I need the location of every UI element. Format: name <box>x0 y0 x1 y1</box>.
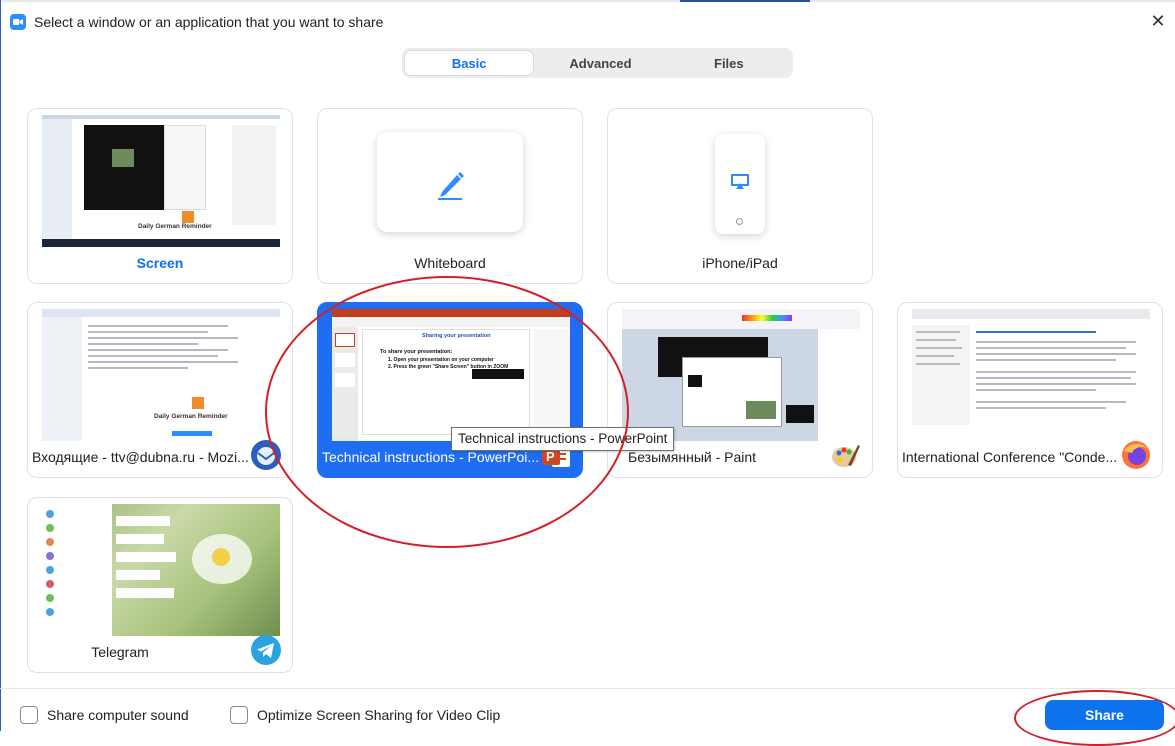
zoom-app-icon <box>10 14 26 30</box>
screen-caption: Daily German Reminder <box>138 223 212 230</box>
source-label-powerpoint: Technical instructions - PowerPoi... <box>322 449 540 465</box>
source-card-paint[interactable]: Безымянный - Paint <box>607 302 873 478</box>
tab-basic[interactable]: Basic <box>404 50 535 76</box>
source-label-whiteboard: Whiteboard <box>414 255 486 271</box>
telegram-thumbnail <box>42 504 280 636</box>
thunderbird-thumbnail: Daily German Reminder <box>42 309 280 441</box>
source-card-firefox[interactable]: International Conference "Conde... <box>897 302 1163 478</box>
tab-advanced[interactable]: Advanced <box>536 48 664 78</box>
source-card-telegram[interactable]: Telegram <box>27 497 293 673</box>
paint-thumbnail <box>622 309 860 441</box>
ppt-step-1: 1. Open your presentation on your comput… <box>388 357 494 363</box>
paint-icon <box>832 445 860 467</box>
home-button-icon <box>736 218 743 225</box>
window-top-border <box>0 0 1175 2</box>
share-tabs: Basic Advanced Files <box>402 48 793 78</box>
share-sound-label: Share computer sound <box>47 707 189 723</box>
thunderbird-caption: Daily German Reminder <box>154 413 228 420</box>
title-bar: Select a window or an application that y… <box>10 10 383 34</box>
firefox-thumbnail <box>912 309 1150 441</box>
window-title: Select a window or an application that y… <box>34 14 384 30</box>
source-card-thunderbird[interactable]: Daily German Reminder Входящие - ttv@dub… <box>27 302 293 478</box>
optimize-video-option[interactable]: Optimize Screen Sharing for Video Clip <box>230 706 500 724</box>
screen-thumbnail: Daily German Reminder <box>42 115 280 247</box>
whiteboard-preview <box>377 132 523 232</box>
source-label-iphone: iPhone/iPad <box>702 255 778 271</box>
source-card-powerpoint[interactable]: Sharing your presentation To share your … <box>317 302 583 478</box>
source-label-thunderbird: Входящие - ttv@dubna.ru - Mozi... <box>32 449 249 465</box>
bottom-divider <box>0 688 1175 689</box>
iphone-preview <box>715 134 765 234</box>
share-sound-option[interactable]: Share computer sound <box>20 706 189 724</box>
optimize-video-label: Optimize Screen Sharing for Video Clip <box>257 707 501 723</box>
tooltip: Technical instructions - PowerPoint <box>451 427 675 451</box>
window-left-border <box>0 0 1 731</box>
window-top-accent <box>680 0 810 2</box>
firefox-icon <box>1122 441 1150 469</box>
share-sound-checkbox[interactable] <box>20 706 38 724</box>
source-label-paint: Безымянный - Paint <box>628 449 757 465</box>
telegram-icon <box>251 635 281 665</box>
source-card-iphone[interactable]: iPhone/iPad <box>607 108 873 284</box>
svg-text:P: P <box>546 449 555 464</box>
close-icon[interactable]: ✕ <box>1149 12 1167 30</box>
source-label-screen: Screen <box>136 255 184 271</box>
source-card-whiteboard[interactable]: Whiteboard <box>317 108 583 284</box>
thunderbird-icon <box>251 440 281 470</box>
source-label-telegram: Telegram <box>91 644 149 660</box>
source-card-screen[interactable]: Daily German Reminder Screen <box>27 108 293 284</box>
source-label-firefox: International Conference "Conde... <box>902 449 1118 465</box>
airplay-icon <box>731 174 749 189</box>
tab-files[interactable]: Files <box>665 48 793 78</box>
optimize-video-checkbox[interactable] <box>230 706 248 724</box>
share-button[interactable]: Share <box>1045 700 1164 730</box>
ppt-slide-title: Sharing your presentation <box>422 333 491 339</box>
ppt-heading: To share your presentation: <box>380 349 453 355</box>
powerpoint-thumbnail: Sharing your presentation To share your … <box>332 309 570 441</box>
pen-icon <box>438 172 464 200</box>
